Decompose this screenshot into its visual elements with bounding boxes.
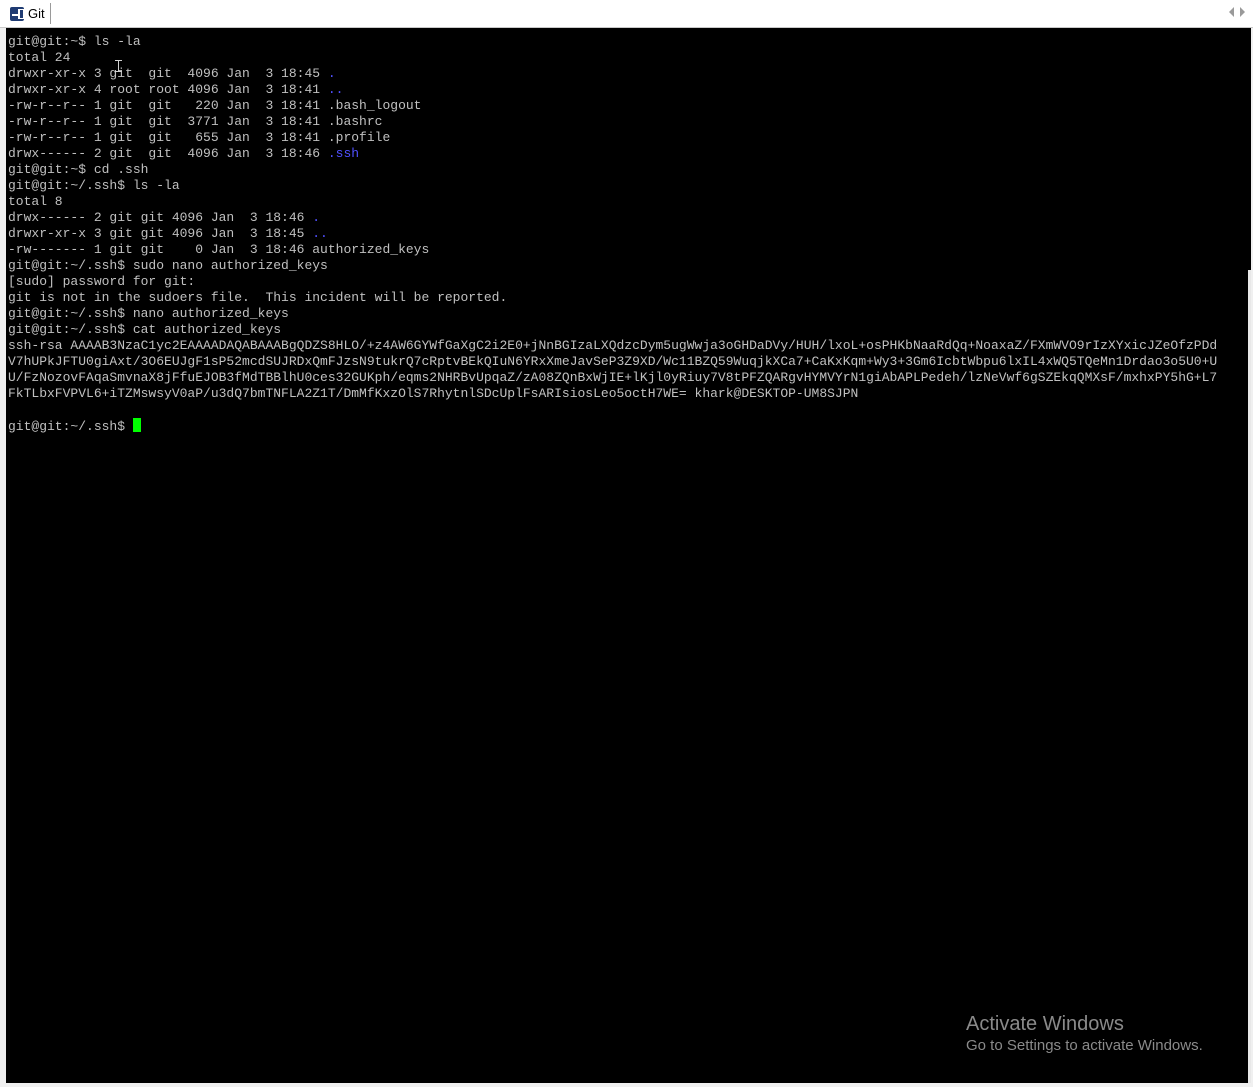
chevron-left-icon[interactable] bbox=[1229, 7, 1234, 17]
terminal-line: drwxr-xr-x 4 root root 4096 Jan 3 18:41 … bbox=[8, 82, 1248, 98]
putty-window: Git git@git:~$ ls -la total 24 drwxr-xr-x … bbox=[0, 0, 1253, 1087]
terminal-line: git@git:~/.ssh$ ls -la bbox=[8, 178, 1248, 194]
terminal-line-text: git@git:~/.ssh$ bbox=[8, 419, 133, 434]
terminal-line: drwx------ 2 git git 4096 Jan 3 18:46 .s… bbox=[8, 146, 1248, 162]
chevron-right-icon[interactable] bbox=[1240, 7, 1245, 17]
terminal-line-text: drwx------ 2 git git 4096 Jan 3 18:46 bbox=[8, 210, 313, 225]
terminal-line-text: drwxr-xr-x 4 root root 4096 Jan 3 18:41 bbox=[8, 82, 328, 97]
terminal-area[interactable]: git@git:~$ ls -la total 24 drwxr-xr-x 3 gi… bbox=[6, 28, 1251, 1083]
watermark-subtitle: Go to Settings to activate Windows. bbox=[966, 1037, 1203, 1054]
terminal-line-text: git@git:~/.ssh$ ls -la bbox=[8, 178, 180, 193]
terminal-line-text: ssh-rsa AAAAB3NzaC1yc2EAAAADAQABAAABgQDZ… bbox=[8, 338, 1218, 353]
terminal-line-text: -rw-r--r-- 1 git git 220 Jan 3 18:41 .ba… bbox=[8, 98, 422, 113]
terminal-line: git@git:~/.ssh$ sudo nano authorized_key… bbox=[8, 258, 1248, 274]
terminal-line-text: total 8 bbox=[8, 194, 63, 209]
terminal-line: -rw-r--r-- 1 git git 3771 Jan 3 18:41 .b… bbox=[8, 114, 1248, 130]
terminal-line-text: V7hUPkJFTU0giAxt/3O6EUJgF1sP52mcdSUJRDxQ… bbox=[8, 354, 1218, 369]
terminal-line-text: -rw-r--r-- 1 git git 655 Jan 3 18:41 .pr… bbox=[8, 130, 391, 145]
terminal-line-text: total 24 bbox=[8, 50, 71, 65]
terminal-line: drwxr-xr-x 3 git git 4096 Jan 3 18:45 .. bbox=[8, 226, 1248, 242]
terminal-line: drwxr-xr-x 3 git git 4096 Jan 3 18:45 . bbox=[8, 66, 1248, 82]
terminal-line-text: git@git:~/.ssh$ nano authorized_keys bbox=[8, 306, 289, 321]
terminal-line: FkTLbxFVPVL6+iTZMswsyV0aP/u3dQ7bmTNFLA2Z… bbox=[8, 386, 1248, 402]
terminal-line-text: git is not in the sudoers file. This inc… bbox=[8, 290, 508, 305]
terminal-line: -rw-r--r-- 1 git git 655 Jan 3 18:41 .pr… bbox=[8, 130, 1248, 146]
terminal-line: git@git:~$ cd .ssh bbox=[8, 162, 1248, 178]
terminal-line: git@git:~/.ssh$ nano authorized_keys bbox=[8, 306, 1248, 322]
terminal-line-text: git@git:~/.ssh$ sudo nano authorized_key… bbox=[8, 258, 328, 273]
terminal-line-text: git@git:~/.ssh$ cat authorized_keys bbox=[8, 322, 282, 337]
terminal-line: V7hUPkJFTU0giAxt/3O6EUJgF1sP52mcdSUJRDxQ… bbox=[8, 354, 1248, 370]
terminal-output: git@git:~$ ls -la total 24 drwxr-xr-x 3 gi… bbox=[8, 34, 1248, 434]
text-cursor bbox=[132, 418, 141, 432]
terminal-line-text: -rw-r--r-- 1 git git 3771 Jan 3 18:41 .b… bbox=[8, 114, 383, 129]
terminal-line: -rw-r--r-- 1 git git 220 Jan 3 18:41 .ba… bbox=[8, 98, 1248, 114]
terminal-line: git is not in the sudoers file. This inc… bbox=[8, 290, 1248, 306]
mouse-ibeam-icon bbox=[115, 60, 122, 72]
directory-name: .. bbox=[327, 82, 344, 97]
terminal-line: git@git:~$ ls -la bbox=[8, 34, 1248, 50]
terminal-line: ssh-rsa AAAAB3NzaC1yc2EAAAADAQABAAABgQDZ… bbox=[8, 338, 1248, 354]
terminal-line: -rw------- 1 git git 0 Jan 3 18:46 autho… bbox=[8, 242, 1248, 258]
terminal-line-text: git@git:~$ cd .ssh bbox=[8, 162, 149, 177]
terminal-scrollbar[interactable] bbox=[1248, 270, 1251, 1083]
tab-label: Git bbox=[28, 6, 45, 21]
terminal-line-text: [sudo] password for git: bbox=[8, 274, 196, 289]
terminal-line-text: -rw------- 1 git git 0 Jan 3 18:46 autho… bbox=[8, 242, 430, 257]
tab-scroll-arrows bbox=[1229, 7, 1245, 17]
directory-name: .. bbox=[312, 226, 328, 241]
terminal-line-text: FkTLbxFVPVL6+iTZMswsyV0aP/u3dQ7bmTNFLA2Z… bbox=[8, 386, 859, 401]
terminal-line-text: drwxr-xr-x 3 git git 4096 Jan 3 18:45 bbox=[8, 226, 313, 241]
terminal-line-text: drwx------ 2 git git 4096 Jan 3 18:46 bbox=[8, 146, 328, 161]
terminal-line: total 24 bbox=[8, 50, 1248, 66]
terminal-line: git@git:~/.ssh$ cat authorized_keys bbox=[8, 322, 1248, 338]
terminal-line: git@git:~/.ssh$ bbox=[8, 418, 1248, 434]
terminal-line-text: drwxr-xr-x 3 git git 4096 Jan 3 18:45 bbox=[8, 66, 328, 81]
activate-windows-watermark: Activate Windows Go to Settings to activ… bbox=[966, 1012, 1203, 1056]
terminal-line: drwx------ 2 git git 4096 Jan 3 18:46 . bbox=[8, 210, 1248, 226]
directory-name: . bbox=[327, 66, 336, 81]
tab-git[interactable]: Git bbox=[6, 3, 51, 24]
directory-name: .ssh bbox=[327, 146, 360, 161]
terminal-line-text: git@git:~$ ls -la bbox=[8, 34, 141, 49]
directory-name: . bbox=[312, 210, 321, 225]
putty-terminal-icon bbox=[10, 6, 24, 21]
terminal-line-text: U/FzNozovFAqaSmvnaX8jFfuEJOB3fMdTBBlhU0c… bbox=[8, 370, 1218, 385]
tab-bar: Git bbox=[0, 0, 1253, 28]
terminal-line: [sudo] password for git: bbox=[8, 274, 1248, 290]
watermark-title: Activate Windows bbox=[966, 1013, 1124, 1035]
terminal-line: U/FzNozovFAqaSmvnaX8jFfuEJOB3fMdTBBlhU0c… bbox=[8, 370, 1248, 386]
terminal-line: total 8 bbox=[8, 194, 1248, 210]
